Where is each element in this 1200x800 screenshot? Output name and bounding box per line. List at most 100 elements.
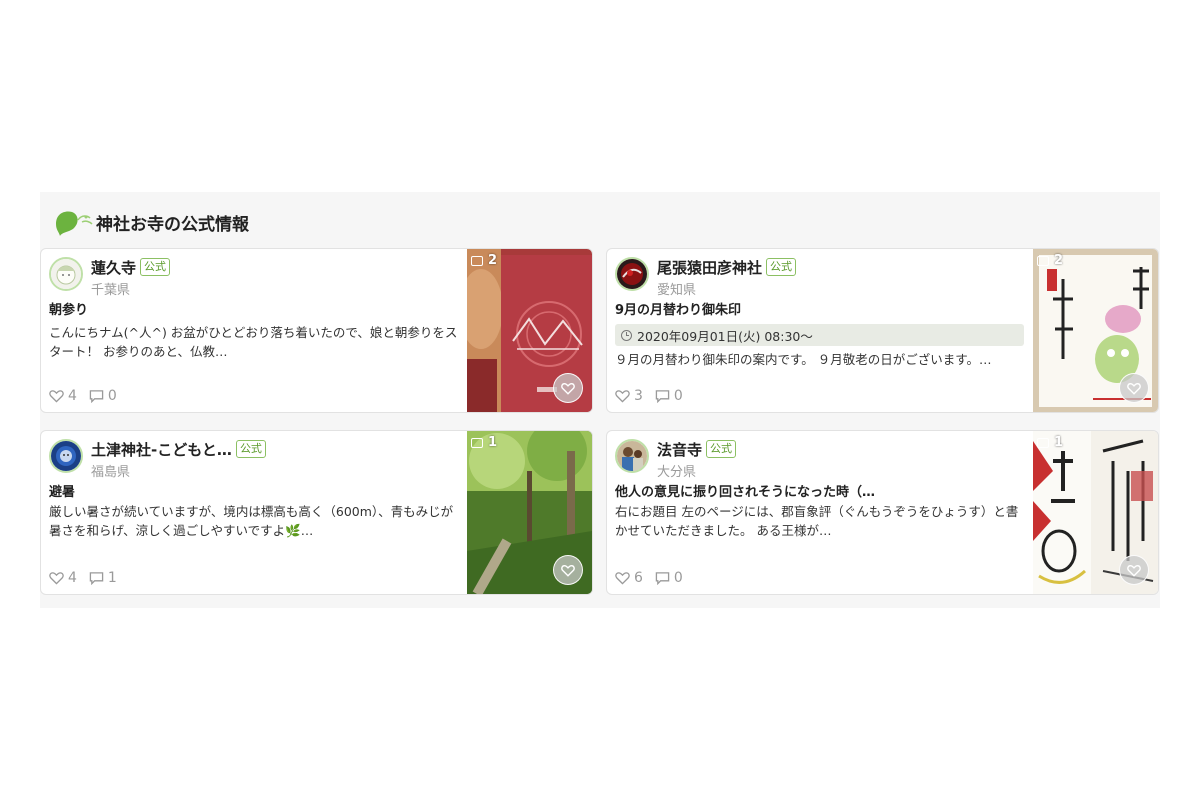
like-button[interactable] (1119, 373, 1149, 403)
photo-count-value: 2 (1054, 253, 1064, 268)
likes-count: 6 (634, 570, 643, 586)
avatar[interactable] (615, 257, 649, 291)
post-photo[interactable]: 1 (467, 431, 592, 594)
avatar[interactable] (49, 439, 83, 473)
comment-icon (89, 390, 104, 403)
post-photo[interactable]: 1 (1033, 431, 1158, 594)
card-body: 蓮久寺 公式 千葉県 朝参り こんにちナム(^人^) お盆がひとどおり落ち着いた… (49, 257, 458, 412)
shrine-name-line: 土津神社-こどもと… 公式 (91, 439, 266, 459)
images-icon (471, 255, 483, 266)
photo-count: 2 (1037, 253, 1063, 268)
prefecture: 愛知県 (657, 283, 697, 298)
prefecture: 福島県 (91, 465, 131, 480)
post-card[interactable]: 土津神社-こどもと… 公式 福島県 避暑 厳しい暑さが続いていますが、境内は標高… (40, 430, 593, 595)
leaf-logo-icon (52, 206, 94, 238)
card-body: 土津神社-こどもと… 公式 福島県 避暑 厳しい暑さが続いていますが、境内は標高… (49, 439, 458, 594)
card-body: 法音寺 公式 大分県 他人の意見に振り回されそうになった時（… 右にお題目 左の… (615, 439, 1024, 594)
likes-count: 4 (68, 388, 77, 404)
official-badge: 公式 (140, 258, 171, 276)
comments-stat[interactable]: 0 (89, 388, 117, 404)
images-icon (1037, 437, 1049, 448)
heart-icon (49, 390, 64, 403)
photo-count-value: 1 (1054, 435, 1064, 450)
images-icon (471, 437, 483, 448)
heart-icon (561, 382, 575, 395)
photo-count: 2 (471, 253, 497, 268)
likes-stat[interactable]: 4 (49, 570, 77, 586)
post-text: 右にお題目 左のページには、郡盲象評（ぐんもうぞうをひょうす）と書かせていただき… (615, 504, 1019, 538)
likes-stat[interactable]: 3 (615, 388, 643, 404)
avatar[interactable] (49, 257, 83, 291)
comments-count: 0 (673, 388, 683, 404)
heart-icon (615, 572, 630, 585)
post-card[interactable]: 蓮久寺 公式 千葉県 朝参り こんにちナム(^人^) お盆がひとどおり落ち着いた… (40, 248, 593, 413)
likes-stat[interactable]: 6 (615, 570, 643, 586)
shrine-name-line: 蓮久寺 公式 (91, 257, 171, 278)
post-text: こんにちナム(^人^) お盆がひとどおり落ち着いたので、娘と朝参りをスタート！ … (49, 325, 458, 359)
official-badge: 公式 (235, 440, 266, 458)
images-icon (1037, 255, 1049, 266)
comments-stat[interactable]: 0 (655, 388, 683, 404)
heart-icon (561, 564, 575, 577)
clock-icon (621, 329, 632, 341)
photo-count-value: 1 (488, 435, 498, 450)
avatar[interactable] (615, 439, 649, 473)
section-header: 神社お寺の公式情報 (52, 206, 249, 238)
likes-stat[interactable]: 4 (49, 388, 77, 404)
shrine-name[interactable]: 尾張猿田彦神社 (657, 257, 762, 278)
shrine-info: 土津神社-こどもと… 公式 福島県 (91, 439, 266, 480)
official-badge: 公式 (706, 440, 737, 458)
shrine-name[interactable]: 蓮久寺 (91, 257, 136, 278)
post-card[interactable]: 法音寺 公式 大分県 他人の意見に振り回されそうになった時（… 右にお題目 左の… (606, 430, 1159, 595)
photo-count: 1 (471, 435, 497, 450)
photo-count: 1 (1037, 435, 1063, 450)
heart-icon (1127, 564, 1141, 577)
like-button[interactable] (553, 555, 583, 585)
heart-icon (615, 390, 630, 403)
comments-count: 0 (673, 570, 683, 586)
shrine-row: 尾張猿田彦神社 公式 愛知県 (615, 257, 1024, 298)
prefecture: 千葉県 (91, 283, 131, 298)
heart-icon (49, 572, 64, 585)
shrine-name-line: 尾張猿田彦神社 公式 (657, 257, 797, 278)
like-button[interactable] (1119, 555, 1149, 585)
post-stats: 4 0 (49, 388, 129, 404)
shrine-row: 法音寺 公式 大分県 (615, 439, 1024, 480)
event-datetime: 2020年09月01日(火) 08:30〜 (615, 324, 1024, 346)
post-card[interactable]: 尾張猿田彦神社 公式 愛知県 9月の月替わり御朱印 2020年09月01日(火)… (606, 248, 1159, 413)
shrine-name-line: 法音寺 公式 (657, 439, 737, 460)
card-body: 尾張猿田彦神社 公式 愛知県 9月の月替わり御朱印 2020年09月01日(火)… (615, 257, 1024, 412)
post-stats: 6 0 (615, 570, 695, 586)
post-title[interactable]: 他人の意見に振り回されそうになった時（… (615, 481, 1024, 500)
comment-icon (89, 572, 104, 585)
post-title[interactable]: 朝参り (49, 299, 458, 318)
post-photo[interactable]: 2 (467, 249, 592, 412)
official-badge: 公式 (766, 258, 797, 276)
official-info-section: 神社お寺の公式情報 蓮久寺 公式 千葉県 朝参り こんにちナム(^人^) お盆が… (40, 192, 1160, 608)
photo-count-value: 2 (488, 253, 498, 268)
post-title[interactable]: 9月の月替わり御朱印 (615, 299, 1024, 318)
shrine-row: 蓮久寺 公式 千葉県 (49, 257, 458, 298)
comments-count: 0 (107, 388, 117, 404)
post-photo[interactable]: 2 (1033, 249, 1158, 412)
shrine-row: 土津神社-こどもと… 公式 福島県 (49, 439, 458, 480)
section-title: 神社お寺の公式情報 (96, 214, 249, 235)
comment-icon (655, 390, 670, 403)
post-text: 厳しい暑さが続いていますが、境内は標高も高く（600m）、青もみじが暑さを和らげ… (49, 504, 454, 538)
post-stats: 3 0 (615, 388, 695, 404)
post-text: ９月の月替わり御朱印の案内です。 ９月敬老の日がございます。… (615, 352, 992, 367)
prefecture: 大分県 (657, 465, 697, 480)
likes-count: 4 (68, 570, 77, 586)
comments-stat[interactable]: 0 (655, 570, 683, 586)
post-title[interactable]: 避暑 (49, 481, 458, 500)
shrine-info: 法音寺 公式 大分県 (657, 439, 737, 480)
event-datetime-text: 2020年09月01日(火) 08:30〜 (637, 328, 813, 344)
heart-icon (1127, 382, 1141, 395)
shrine-info: 尾張猿田彦神社 公式 愛知県 (657, 257, 797, 298)
shrine-info: 蓮久寺 公式 千葉県 (91, 257, 171, 298)
shrine-name[interactable]: 土津神社-こどもと… (91, 439, 232, 460)
like-button[interactable] (553, 373, 583, 403)
comments-stat[interactable]: 1 (89, 570, 117, 586)
post-stats: 4 1 (49, 570, 129, 586)
shrine-name[interactable]: 法音寺 (657, 439, 702, 460)
